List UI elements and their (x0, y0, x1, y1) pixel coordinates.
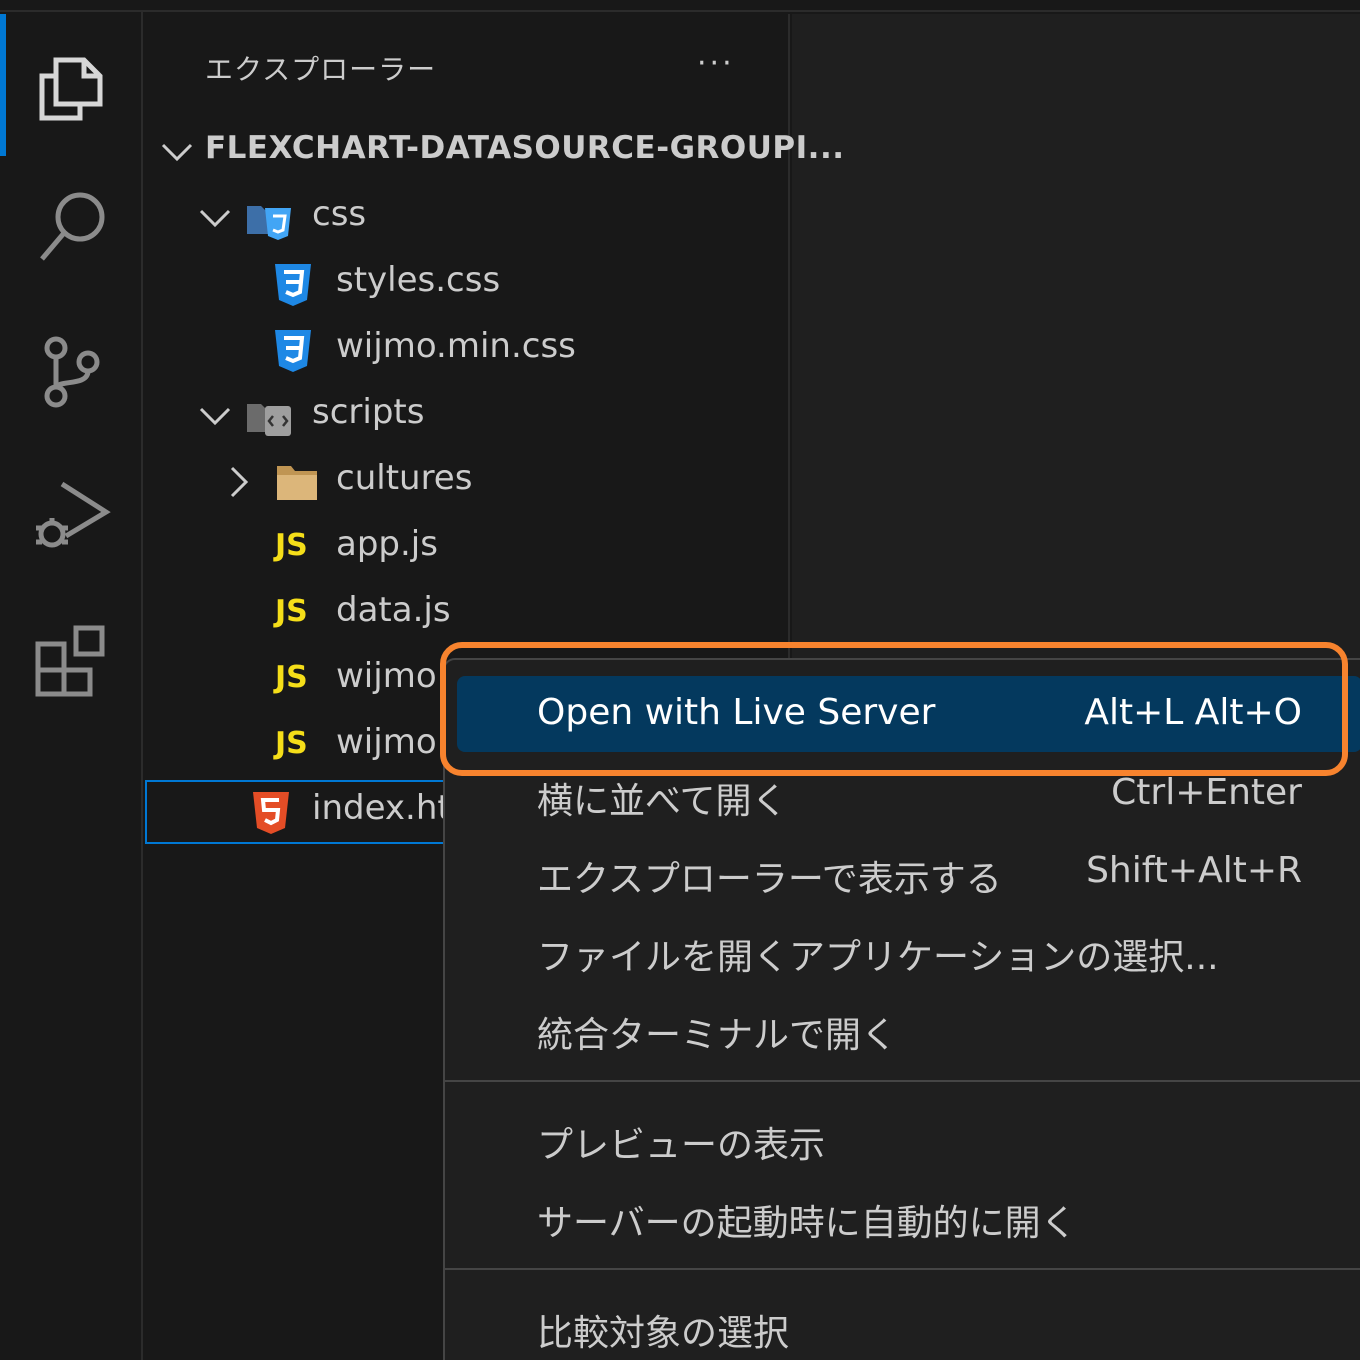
search-icon[interactable] (30, 185, 114, 269)
menu-item-reveal-in-explorer[interactable]: エクスプローラーで表示する Shift+Alt+R (457, 834, 1360, 910)
js-file-icon: JS (275, 528, 308, 563)
tree-item-scripts[interactable]: scripts (145, 386, 790, 450)
css-folder-icon (247, 206, 291, 240)
more-actions-icon[interactable]: ··· (697, 46, 735, 81)
tree-label: css (312, 194, 367, 234)
tree-label: index.ht (312, 788, 451, 828)
explorer-title: エクスプローラー (205, 53, 437, 86)
chevron-right-icon (230, 466, 249, 498)
html-file-icon (253, 792, 289, 834)
menu-item-shortcut: Shift+Alt+R (1086, 850, 1302, 891)
chevron-down-icon (199, 209, 231, 228)
annotation-highlight (440, 642, 1348, 776)
activity-bar (0, 0, 143, 1360)
menu-item-open-in-terminal[interactable]: 統合ターミナルで開く (457, 990, 1360, 1066)
tree-label: app.js (336, 524, 438, 564)
menu-item-label: プレビューの表示 (537, 1125, 826, 1166)
tree-item-css[interactable]: css (145, 188, 790, 252)
menu-item-show-preview[interactable]: プレビューの表示 (457, 1100, 1360, 1176)
menu-item-open-with[interactable]: ファイルを開くアプリケーションの選択... (457, 912, 1360, 988)
menu-separator (445, 1080, 1360, 1082)
tree-item-wijmo-min-css[interactable]: wijmo.min.css (145, 320, 790, 384)
tree-label: scripts (312, 392, 425, 432)
tree-label: wijmo (336, 656, 437, 696)
tree-item-app-js[interactable]: JS app.js (145, 518, 790, 582)
scripts-folder-icon (247, 404, 291, 436)
tree-label: wijmo.min.css (336, 326, 576, 366)
js-file-icon: JS (275, 594, 308, 629)
extensions-icon[interactable] (30, 618, 114, 702)
menu-item-label: エクスプローラーで表示する (537, 859, 1002, 900)
tree-label: data.js (336, 590, 451, 630)
css-file-icon (275, 264, 311, 306)
menu-item-label: サーバーの起動時に自動的に開く (537, 1203, 1077, 1244)
menu-item-label: 統合ターミナルで開く (537, 1015, 898, 1056)
css-file-icon (275, 330, 311, 372)
menu-item-label: 横に並べて開く (537, 781, 788, 822)
menu-item-shortcut: Ctrl+Enter (1111, 772, 1302, 813)
run-debug-icon[interactable] (30, 474, 114, 558)
tree-item-styles-css[interactable]: styles.css (145, 254, 790, 318)
js-file-icon: JS (275, 726, 308, 761)
tree-label: styles.css (336, 260, 501, 300)
chevron-down-icon (199, 407, 231, 426)
menu-item-label: ファイルを開くアプリケーションの選択... (537, 937, 1219, 978)
tree-item-data-js[interactable]: JS data.js (145, 584, 790, 648)
tree-item-cultures[interactable]: cultures (145, 452, 790, 516)
tree-label: wijmo (336, 722, 437, 762)
menu-separator (445, 1268, 1360, 1270)
root-folder-label: FLEXCHART-DATASOURCE-GROUPI... (205, 130, 845, 166)
files-icon[interactable] (30, 42, 114, 126)
title-bar-edge (0, 0, 1360, 12)
chevron-down-icon (161, 143, 193, 162)
js-file-icon: JS (275, 660, 308, 695)
tree-label: cultures (336, 458, 473, 498)
menu-item-open-on-server-start[interactable]: サーバーの起動時に自動的に開く (457, 1178, 1360, 1254)
menu-item-label: 比較対象の選択 (537, 1313, 790, 1354)
menu-item-select-for-compare[interactable]: 比較対象の選択 (457, 1288, 1360, 1360)
tree-root[interactable]: FLEXCHART-DATASOURCE-GROUPI... (145, 122, 844, 186)
source-control-icon[interactable] (30, 330, 114, 414)
active-indicator (0, 14, 6, 156)
folder-icon (277, 466, 317, 500)
